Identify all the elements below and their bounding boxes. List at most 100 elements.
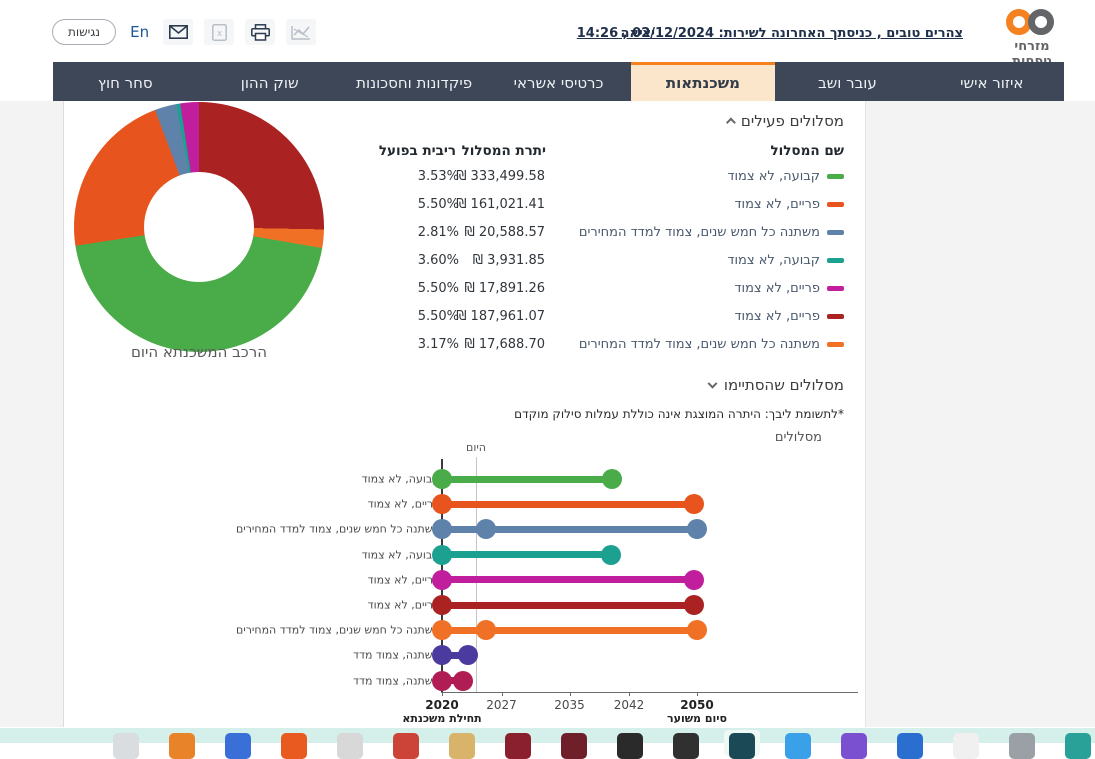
track-balance: ₪ 333,499.58	[456, 169, 545, 184]
track-color-dash-icon	[827, 202, 844, 207]
nav-tab-2[interactable]: משכנתאות	[630, 62, 776, 101]
col-track-name: שם המסלול	[770, 143, 844, 159]
print-icon[interactable]	[245, 19, 276, 45]
track-name: פריים, לא צמוד	[734, 197, 844, 212]
taskbar-app-icon[interactable]	[617, 733, 643, 759]
track-color-dash-icon	[827, 174, 844, 179]
finished-tracks-section-header[interactable]: מסלולים שהסתיימו	[707, 376, 844, 394]
taskbar-app-icon[interactable]	[225, 733, 251, 759]
timeline-start-dot	[432, 544, 452, 565]
timeline-row-label: משתנה, צמוד מדד	[352, 674, 440, 688]
finished-tracks-title: מסלולים שהסתיימו	[723, 376, 844, 394]
taskbar-app-icon[interactable]	[505, 733, 531, 759]
axis-tick	[501, 692, 503, 696]
timeline-start-dot	[432, 670, 452, 691]
timeline-start-dot	[432, 569, 452, 590]
timeline-end-dot	[601, 544, 622, 565]
taskbar-app-icon[interactable]	[841, 733, 867, 759]
timeline-row-label: קבועה, לא צמוד	[361, 472, 440, 486]
taskbar-app-icon[interactable]	[1009, 733, 1035, 759]
timeline-row-label: משתנה כל חמש שנים, צמוד למדד המחירים	[235, 623, 440, 637]
language-toggle[interactable]: En	[127, 23, 152, 41]
track-name: קבועה, לא צמוד	[727, 253, 844, 268]
nav-tab-1[interactable]: עובר ושב	[775, 62, 919, 101]
timeline-bar	[442, 601, 695, 609]
timeline-marker-dot	[476, 620, 497, 641]
taskbar-app-icon[interactable]	[393, 733, 419, 759]
axis-tick-label: 2042	[613, 698, 645, 712]
bank-logo[interactable]: מזרחי טפחות	[993, 8, 1071, 69]
accessibility-button[interactable]: נגישות	[52, 19, 117, 45]
track-balance: ₪ 187,961.07	[456, 309, 545, 324]
logout-button[interactable]: יציאה	[620, 26, 655, 41]
axis-tick-label: 2050	[680, 698, 714, 712]
track-color-dash-icon	[827, 286, 844, 291]
axis-tick	[442, 692, 443, 696]
track-rate: 3.53%	[417, 169, 459, 184]
timeline-marker-dot	[476, 519, 497, 540]
taskbar-app-icon[interactable]	[113, 733, 139, 759]
axis-tick-sublabel: סיום משוער	[666, 712, 728, 725]
timeline-end-dot	[602, 469, 622, 489]
excel-export-icon[interactable]: x	[204, 19, 235, 45]
nav-tab-0[interactable]: איזור אישי	[920, 62, 1064, 101]
axis-tick-sublabel: תחילת משכנתא	[402, 712, 482, 725]
timeline-start-dot	[432, 595, 452, 615]
track-color-dash-icon	[827, 342, 844, 347]
active-tracks-section-header[interactable]: מסלולים פעילים	[725, 112, 844, 130]
email-icon[interactable]	[163, 19, 194, 45]
taskbar-app-icon[interactable]	[729, 733, 755, 759]
active-tracks-title: מסלולים פעילים	[740, 112, 844, 130]
mortgage-content-card: מסלולים פעילים שם המסלול יתרת המסלול ריב…	[63, 101, 866, 727]
balance-disclaimer-note: *לתשומת ליבך: היתרה המוצגת אינה כוללת עמ…	[514, 407, 844, 421]
taskbar-app-icon[interactable]	[169, 733, 195, 759]
nav-tab-6[interactable]: סחר חוץ	[53, 62, 197, 101]
infinity-logo-icon	[1000, 8, 1064, 38]
timeline-end-dot	[684, 595, 705, 615]
taskbar-app-icon[interactable]	[337, 733, 363, 759]
timeline-bar	[442, 576, 695, 584]
track-balance: ₪ 17,688.70	[464, 337, 546, 352]
track-rate: 2.81%	[417, 225, 459, 240]
timeline-bar	[442, 475, 612, 483]
taskbar-app-icon[interactable]	[953, 733, 979, 759]
chevron-up-icon	[725, 117, 736, 128]
nav-tab-5[interactable]: שוק ההון	[197, 62, 341, 101]
track-color-dash-icon	[827, 314, 844, 319]
axis-tick	[569, 692, 571, 696]
taskbar-app-icon[interactable]	[561, 733, 587, 759]
chevron-down-icon	[707, 378, 718, 389]
timeline-bar	[442, 551, 612, 559]
track-name: פריים, לא צמוד	[734, 309, 844, 324]
taskbar-app-icon[interactable]	[673, 733, 699, 759]
donut-chart-title: הרכב המשכנתא היום	[130, 343, 268, 361]
timeline-end-dot	[684, 569, 705, 590]
header-tools: נגישות En x	[52, 19, 317, 45]
timeline-end-dot	[457, 645, 478, 666]
timeline-start-dot	[432, 620, 452, 641]
track-balance: ₪ 3,931.85	[472, 253, 545, 268]
nav-tab-3[interactable]: כרטיסי אשראי	[486, 62, 630, 101]
track-name: משתנה כל חמש שנים, צמוד למדד המחירים	[579, 225, 844, 240]
taskbar-app-icon[interactable]	[785, 733, 811, 759]
taskbar-app-icon[interactable]	[449, 733, 475, 759]
timeline-start-dot	[432, 494, 452, 515]
track-rate: 3.17%	[417, 337, 459, 352]
track-balance: ₪ 161,021.41	[456, 197, 545, 212]
track-color-dash-icon	[827, 258, 844, 263]
timeline-row-label: פריים, לא צמוד	[367, 497, 440, 511]
track-name: משתנה כל חמש שנים, צמוד למדד המחירים	[579, 337, 844, 352]
nav-tab-4[interactable]: פיקדונות וחסכונות	[342, 62, 486, 101]
taskbar-app-icon[interactable]	[281, 733, 307, 759]
track-balance: ₪ 20,588.57	[464, 225, 546, 240]
taskbar-app-icon[interactable]	[897, 733, 923, 759]
track-rate: 5.50%	[417, 281, 459, 296]
timeline-row-label: קבועה, לא צמוד	[361, 548, 440, 562]
graph-icon[interactable]	[286, 19, 317, 45]
axis-tick-label: 2027	[486, 698, 517, 712]
track-rate: 5.50%	[417, 197, 459, 212]
taskbar-app-icon[interactable]	[1065, 733, 1091, 759]
page-header: מזרחי טפחות צהרים טובים , כניסתך האחרונה…	[0, 0, 1095, 69]
track-balance: ₪ 17,891.26	[464, 281, 546, 296]
timeline-row-label: משתנה, צמוד מדד	[352, 648, 440, 662]
